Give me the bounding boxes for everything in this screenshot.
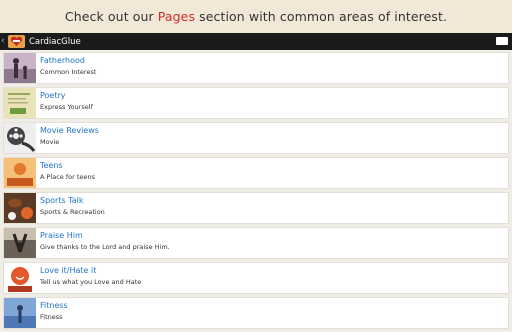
teens-thumbnail [4, 158, 36, 188]
promo-banner[interactable]: Check out our Pages section with common … [0, 0, 512, 33]
item-subtitle: Movie [40, 138, 60, 146]
item-subtitle: Fitness [40, 313, 63, 321]
love-hate-thumbnail [4, 263, 36, 293]
list-item-movie-reviews[interactable]: Movie Reviews Movie [3, 122, 509, 154]
list-item-love-hate[interactable]: Love it/Hate it Tell us what you Love an… [3, 262, 509, 294]
praise-thumbnail [4, 228, 36, 258]
poetry-thumbnail [4, 88, 36, 118]
item-title: Movie Reviews [40, 126, 99, 135]
fatherhood-thumbnail [4, 53, 36, 83]
item-title: Fitness [40, 301, 68, 310]
list-item-poetry[interactable]: Poetry Express Yourself [3, 87, 509, 119]
item-title: Love it/Hate it [40, 266, 97, 275]
banner-pages-link[interactable]: Pages [158, 9, 195, 24]
item-title: Poetry [40, 91, 66, 100]
list-item-praise-him[interactable]: Praise Him Give thanks to the Lord and p… [3, 227, 509, 259]
back-chevron-icon[interactable]: ‹ [1, 33, 7, 50]
item-subtitle: Sports & Recreation [40, 208, 105, 216]
item-subtitle: Give thanks to the Lord and praise Him. [40, 243, 170, 251]
list-item-fatherhood[interactable]: Fatherhood Common Interest [3, 52, 509, 84]
film-reel-thumbnail [4, 123, 36, 153]
list-item-teens[interactable]: Teens A Place for teens [3, 157, 509, 189]
banner-text-pre: Check out our [64, 9, 154, 24]
list-item-fitness[interactable]: Fitness Fitness [3, 297, 509, 329]
item-title: Praise Him [40, 231, 83, 240]
banner-text-post: section with common areas of interest. [199, 9, 448, 24]
item-title: Teens [40, 161, 63, 170]
list-item-sports-talk[interactable]: Sports Talk Sports & Recreation [3, 192, 509, 224]
item-subtitle: Common Interest [40, 68, 97, 76]
sports-thumbnail [4, 193, 36, 223]
item-title: Fatherhood [40, 56, 85, 65]
app-bar: ‹ CardiacGlue [0, 33, 512, 50]
item-subtitle: A Place for teens [40, 173, 95, 181]
item-subtitle: Express Yourself [40, 103, 93, 111]
fitness-thumbnail [4, 298, 36, 328]
item-title: Sports Talk [40, 196, 84, 205]
item-subtitle: Tell us what you Love and Hate [40, 278, 142, 286]
overflow-menu-icon[interactable] [496, 37, 508, 45]
app-title: CardiacGlue [29, 36, 81, 47]
heart-logo-icon[interactable] [8, 35, 25, 48]
